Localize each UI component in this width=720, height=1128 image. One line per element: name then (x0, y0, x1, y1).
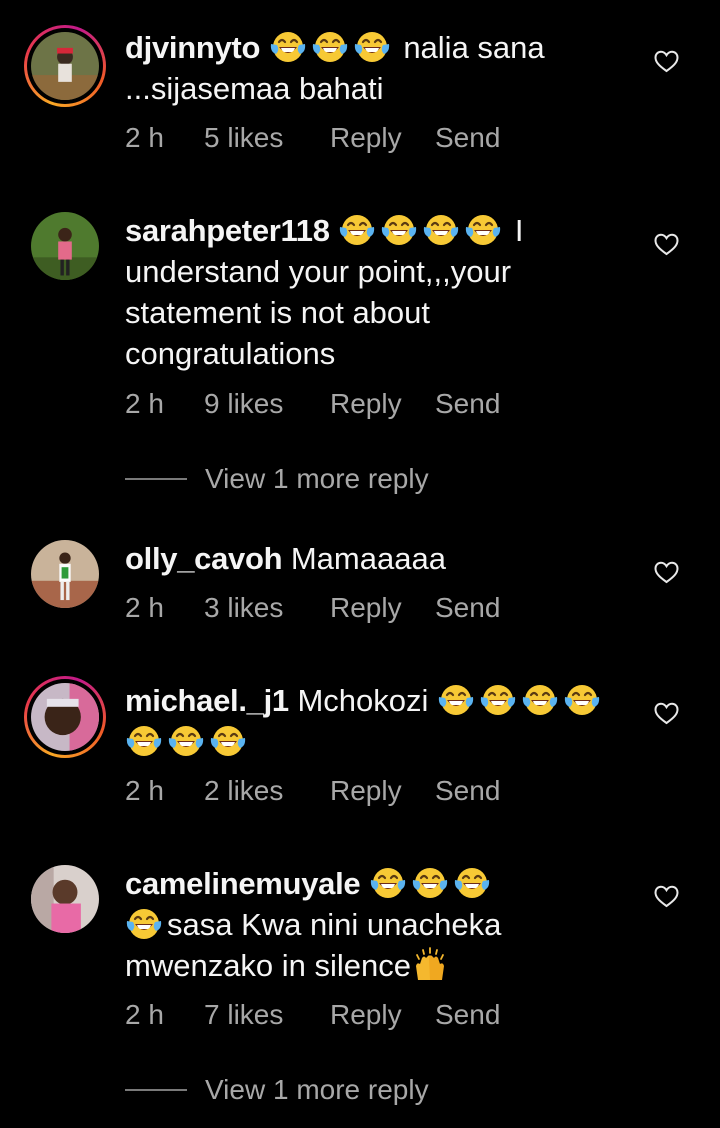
send-button[interactable]: Send (435, 388, 500, 420)
send-button[interactable]: Send (435, 999, 500, 1031)
view-more-label[interactable]: View 1 more reply (205, 463, 429, 495)
reply-button[interactable]: Reply (330, 592, 435, 624)
heart-icon[interactable] (654, 702, 679, 725)
reply-button[interactable]: Reply (330, 388, 435, 420)
comment-meta: 2 h 5 likes Reply Send (125, 122, 500, 154)
laugh-emoji-icon (380, 211, 418, 247)
divider (125, 1089, 187, 1091)
comment-meta: 2 h 3 likes Reply Send (125, 592, 500, 624)
comment-time: 2 h (125, 775, 164, 806)
raising-hands-emoji-icon (411, 946, 449, 982)
laugh-emoji-icon (437, 681, 475, 717)
laugh-emoji-icon (464, 211, 502, 247)
reply-button[interactable]: Reply (330, 122, 435, 154)
comment-text: camelinemuyale sasa Kwa nini unacheka mw… (125, 863, 625, 986)
laugh-emoji-icon (563, 681, 601, 717)
comment-likes[interactable]: 3 likes (204, 592, 330, 624)
comment-body: Mamaaaaa (282, 541, 446, 576)
avatar[interactable] (31, 865, 99, 933)
heart-icon[interactable] (654, 561, 679, 584)
laugh-emoji-icon (269, 28, 307, 64)
reply-button[interactable]: Reply (330, 775, 435, 807)
laugh-emoji-icon (479, 681, 517, 717)
heart-icon[interactable] (654, 233, 679, 256)
send-button[interactable]: Send (435, 592, 500, 624)
laugh-emoji-icon (453, 864, 491, 900)
view-more-label[interactable]: View 1 more reply (205, 1074, 429, 1106)
laugh-emoji-icon (338, 211, 376, 247)
avatar[interactable] (31, 212, 99, 280)
laugh-emoji-icon (521, 681, 559, 717)
comment-likes[interactable]: 7 likes (204, 999, 330, 1031)
laugh-emoji-icon (125, 905, 163, 941)
comment-username[interactable]: djvinnyto (125, 30, 260, 65)
laugh-emoji-icon (369, 864, 407, 900)
laugh-emoji-icon (125, 722, 163, 758)
heart-icon[interactable] (654, 885, 679, 908)
divider (125, 478, 187, 480)
comment-time: 2 h (125, 388, 164, 419)
view-more-replies[interactable]: View 1 more reply (125, 463, 429, 495)
comment-meta: 2 h 2 likes Reply Send (125, 775, 500, 807)
laugh-emoji-icon (311, 28, 349, 64)
comment-time: 2 h (125, 999, 164, 1030)
comment-username[interactable]: camelinemuyale (125, 866, 361, 901)
comment-meta: 2 h 9 likes Reply Send (125, 388, 500, 420)
comment-username[interactable]: michael._j1 (125, 683, 289, 718)
avatar[interactable] (31, 540, 99, 608)
heart-icon[interactable] (654, 50, 679, 73)
comment-body: Mchokozi (288, 683, 438, 718)
comment-text: sarahpeter118 I understand your point,,,… (125, 210, 625, 374)
avatar[interactable] (24, 25, 106, 107)
laugh-emoji-icon (167, 722, 205, 758)
comment-likes[interactable]: 9 likes (204, 388, 330, 420)
reply-button[interactable]: Reply (330, 999, 435, 1031)
comment-time: 2 h (125, 122, 164, 153)
comment-likes[interactable]: 2 likes (204, 775, 330, 807)
laugh-emoji-icon (422, 211, 460, 247)
avatar[interactable] (24, 676, 106, 758)
comment-likes[interactable]: 5 likes (204, 122, 330, 154)
comment-time: 2 h (125, 592, 164, 623)
laugh-emoji-icon (411, 864, 449, 900)
laugh-emoji-icon (209, 722, 247, 758)
view-more-replies[interactable]: View 1 more reply (125, 1074, 429, 1106)
comment-text: michael._j1 Mchokozi (125, 680, 625, 762)
send-button[interactable]: Send (435, 122, 500, 154)
comment-meta: 2 h 7 likes Reply Send (125, 999, 500, 1031)
comment-username[interactable]: olly_cavoh (125, 541, 283, 576)
comment-text: olly_cavoh Mamaaaaa (125, 538, 625, 579)
comment-text: djvinnyto nalia sana ...sijasemaa bahati (125, 27, 625, 109)
send-button[interactable]: Send (435, 775, 500, 807)
comment-username[interactable]: sarahpeter118 (125, 213, 330, 248)
laugh-emoji-icon (353, 28, 391, 64)
